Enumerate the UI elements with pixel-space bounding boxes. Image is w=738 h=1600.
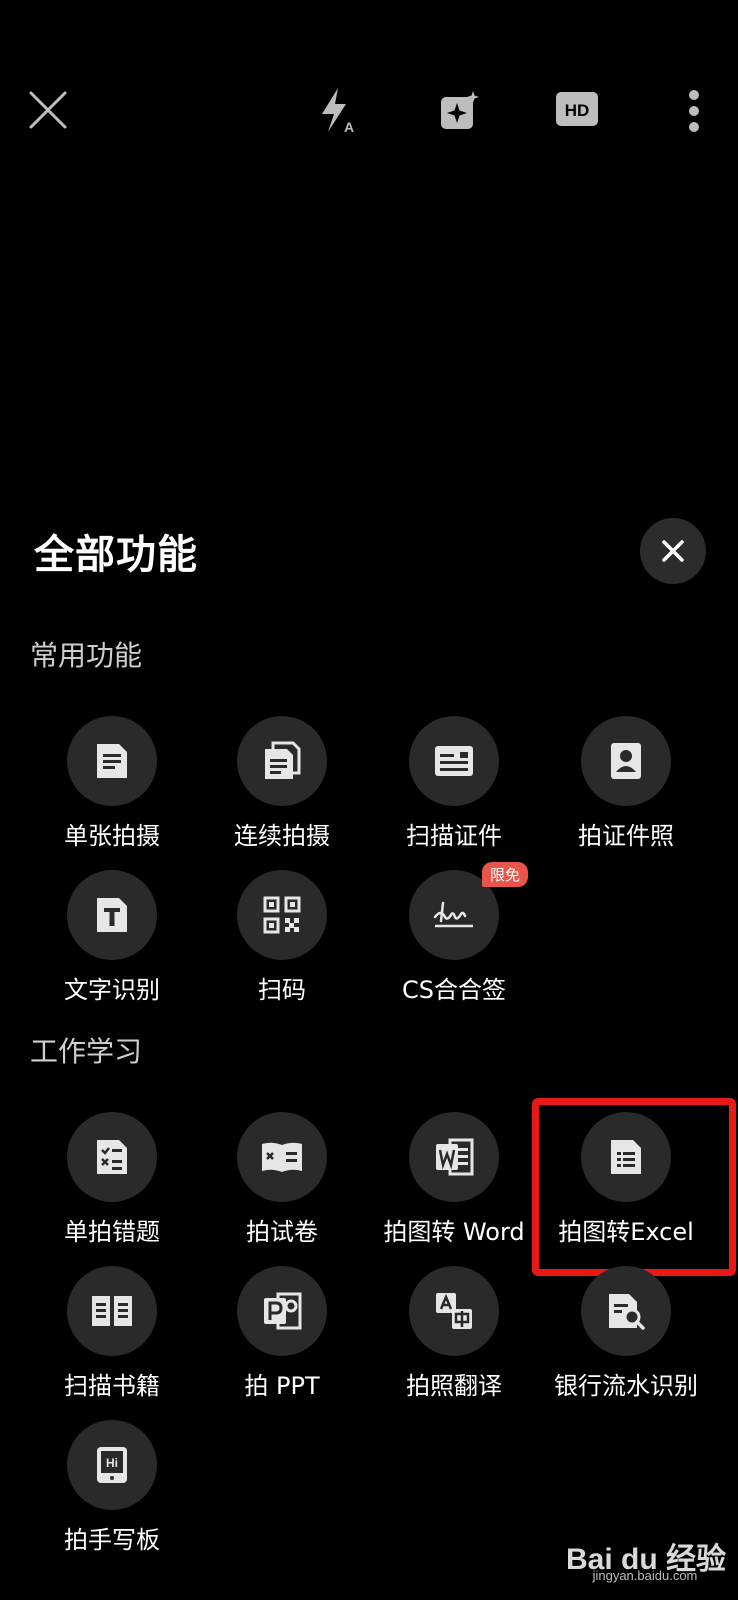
bank-statement-icon [581, 1266, 671, 1356]
feature-label: CS合合签 [402, 976, 506, 1004]
panel-close-button[interactable] [640, 518, 706, 584]
ppt-icon [237, 1266, 327, 1356]
feature-scan-book[interactable]: 扫描书籍 [26, 1266, 198, 1416]
close-icon [662, 540, 684, 562]
section-title-common: 常用功能 [30, 639, 143, 672]
feature-single-shot[interactable]: 单张拍摄 [26, 716, 198, 866]
ai-enhance-icon[interactable] [436, 88, 482, 134]
handwriting-board-icon: Hi [67, 1420, 157, 1510]
feature-continuous-shot[interactable]: 连续拍摄 [196, 716, 368, 866]
hd-icon[interactable]: HD [556, 92, 598, 126]
hd-label: HD [565, 101, 590, 120]
single-page-icon [67, 716, 157, 806]
feature-bank-statement[interactable]: 银行流水识别 [540, 1266, 712, 1416]
feature-ocr[interactable]: 文字识别 [26, 870, 198, 1020]
highlight-box [532, 1098, 736, 1276]
more-vertical-icon[interactable] [680, 86, 708, 136]
word-icon [409, 1112, 499, 1202]
text-recognition-icon [67, 870, 157, 960]
portrait-photo-icon [581, 716, 671, 806]
feature-label: 银行流水识别 [554, 1372, 698, 1400]
watermark-url: jingyan.baidu.com [592, 1568, 698, 1583]
camera-toolbar: A HD [0, 0, 738, 220]
limited-free-badge: 限免 [482, 862, 529, 887]
multi-page-icon [237, 716, 327, 806]
section-title-work-study: 工作学习 [30, 1035, 143, 1068]
feature-exam-paper[interactable]: 拍试卷 [196, 1112, 368, 1262]
flash-auto-icon[interactable]: A [314, 86, 360, 136]
feature-photo-ppt[interactable]: 拍 PPT [196, 1266, 368, 1416]
panel-title: 全部功能 [34, 532, 198, 578]
feature-label: 拍证件照 [578, 822, 674, 850]
feature-photo-translate[interactable]: 拍照翻译 [368, 1266, 540, 1416]
feature-wrong-question[interactable]: 单拍错题 [26, 1112, 198, 1262]
feature-photo-to-word[interactable]: 拍图转 Word [368, 1112, 540, 1262]
translate-icon [409, 1266, 499, 1356]
close-icon[interactable] [24, 86, 72, 134]
feature-handwriting-board[interactable]: Hi 拍手写板 [26, 1420, 198, 1570]
id-card-icon [409, 716, 499, 806]
flash-sub-label: A [344, 119, 354, 135]
qr-code-icon [237, 870, 327, 960]
svg-text:Hi: Hi [106, 1456, 118, 1470]
feature-label: 拍手写板 [64, 1526, 160, 1554]
feature-id-photo[interactable]: 拍证件照 [540, 716, 712, 866]
book-icon [67, 1266, 157, 1356]
baidu-jingyan-watermark: Bai du 经验 jingyan.baidu.com [560, 1528, 738, 1600]
feature-cs-sign[interactable]: 限免 CS合合签 [368, 862, 540, 1020]
feature-scan-code[interactable]: 扫码 [196, 870, 368, 1020]
exam-paper-icon [237, 1112, 327, 1202]
feature-scan-id[interactable]: 扫描证件 [368, 716, 540, 866]
wrong-question-icon [67, 1112, 157, 1202]
